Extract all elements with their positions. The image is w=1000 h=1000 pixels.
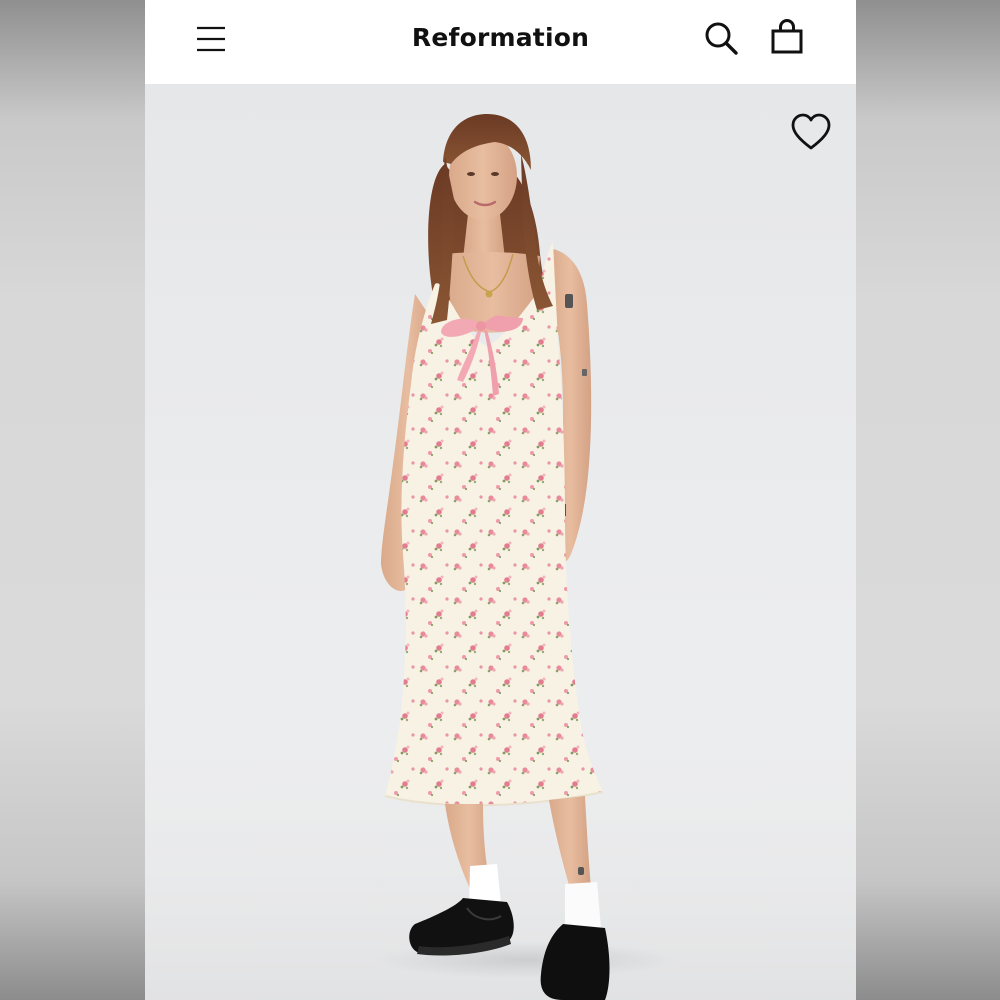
heart-outline-icon — [791, 113, 831, 150]
app-screen: Reformation — [145, 0, 856, 1000]
left-letterbox — [0, 0, 145, 1000]
menu-button[interactable] — [191, 22, 231, 58]
model-photo — [145, 114, 856, 1000]
top-navigation-bar: Reformation — [145, 0, 856, 84]
wishlist-button[interactable] — [789, 112, 833, 152]
hamburger-menu-icon — [197, 26, 225, 52]
brand-logo: Reformation — [411, 23, 590, 52]
search-button[interactable] — [701, 18, 741, 58]
product-image[interactable] — [145, 84, 856, 1000]
search-icon — [705, 22, 738, 55]
shopping-bag-button[interactable] — [767, 18, 807, 58]
right-letterbox — [856, 0, 1000, 1000]
shopping-bag-icon — [771, 19, 803, 54]
